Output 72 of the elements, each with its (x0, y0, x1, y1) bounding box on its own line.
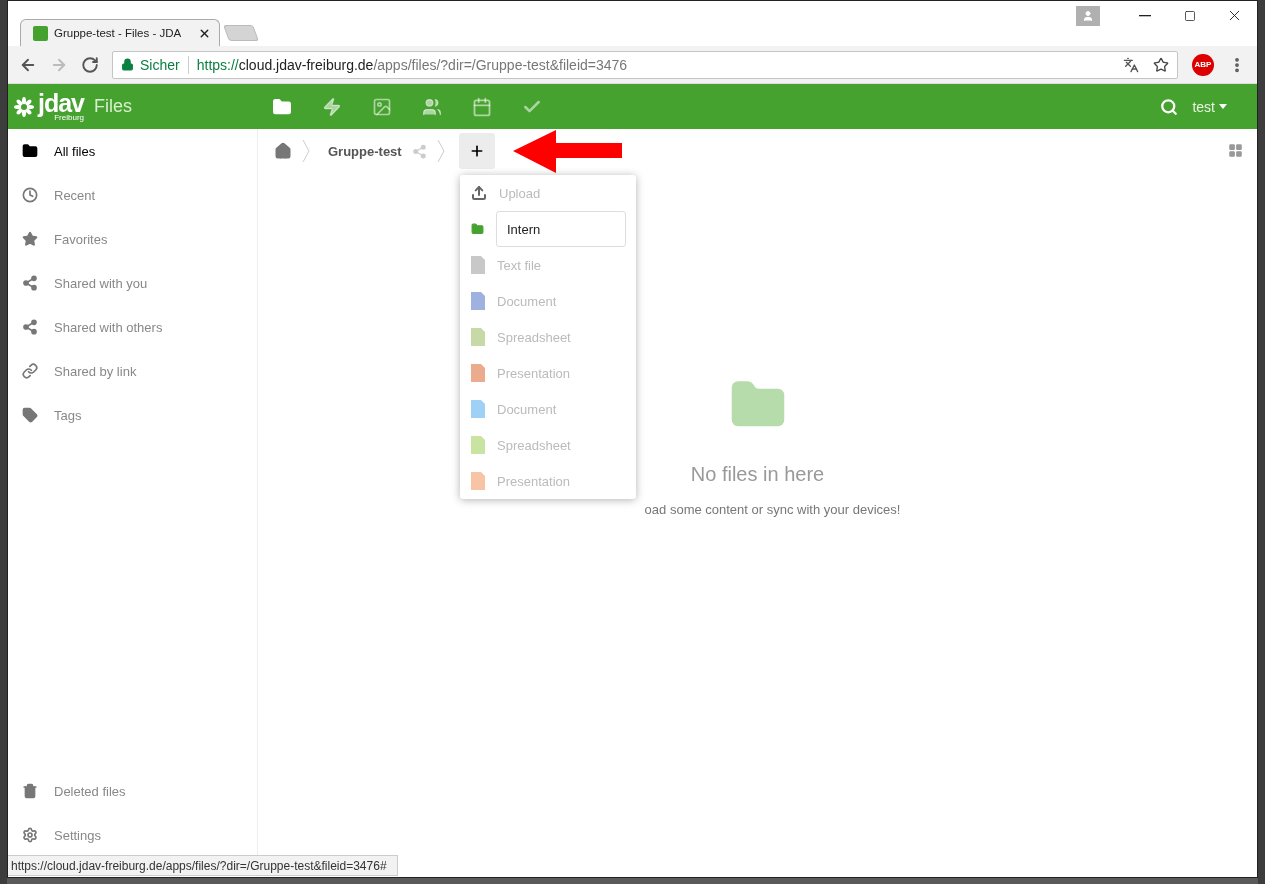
caret-icon (1219, 104, 1227, 109)
menu-item[interactable]: Spreadsheet (497, 329, 571, 345)
url-text: https://cloud.jdav-freiburg.de/apps/files/?dir=/Gruppe-test&fileid=3476 (196, 56, 629, 73)
maximize-icon (1183, 9, 1196, 22)
lightning-icon[interactable] (322, 96, 342, 117)
share-icon (22, 275, 38, 291)
new-button[interactable] (458, 133, 495, 169)
sidebar-item[interactable]: All files (8, 129, 257, 173)
share-icon (22, 319, 38, 335)
site-favicon-icon (33, 25, 48, 41)
upload-icon (471, 185, 487, 201)
menu-item[interactable]: Presentation (497, 473, 570, 489)
address-bar[interactable]: Sicher https://cloud.jdav-freiburg.de/apps/files/?dir=/Gruppe-test&fileid=3476 (112, 50, 1179, 79)
sidebar-item[interactable]: Recent (8, 173, 257, 217)
chevron-icon (436, 139, 445, 163)
menu-item[interactable]: Document (497, 401, 557, 417)
logo-text: jdav (38, 91, 85, 116)
document-icon (471, 364, 485, 382)
app-name: Files (94, 96, 133, 117)
trash-icon (22, 783, 38, 799)
star-icon (22, 231, 38, 247)
security-label: Sicher (140, 56, 180, 73)
reload-icon (81, 55, 100, 74)
menu-item[interactable]: Spreadsheet (497, 437, 571, 453)
translate-icon[interactable] (1123, 56, 1140, 73)
chevron-icon (302, 139, 310, 163)
profile-button[interactable] (1076, 5, 1100, 26)
share-icon[interactable] (411, 143, 427, 159)
sidebar-item[interactable]: Settings (8, 813, 257, 857)
document-icon (471, 400, 485, 418)
folder-icon (471, 221, 484, 237)
new-tab-button[interactable] (223, 25, 259, 41)
tag-icon (22, 407, 38, 423)
user-menu[interactable]: test (1192, 98, 1227, 115)
image-icon[interactable] (372, 96, 392, 117)
document-icon (471, 256, 485, 274)
sidebar-item[interactable]: Tags (8, 393, 257, 437)
menu-item[interactable]: Upload (499, 185, 541, 201)
document-icon (471, 328, 485, 346)
folder-icon[interactable] (272, 96, 292, 117)
menu-item[interactable]: Document (497, 293, 557, 309)
menu-item[interactable]: Text file (497, 257, 542, 273)
document-icon (471, 436, 485, 454)
status-url: https://cloud.jdav-freiburg.de/apps/files/?dir=/Gruppe-test&fileid=3476# (8, 855, 398, 876)
logo-subtitle: Freiburg (54, 114, 85, 122)
breadcrumb-link[interactable]: Gruppe-test (328, 143, 402, 159)
search-icon[interactable] (1160, 97, 1179, 116)
edelweiss-logo-icon (14, 96, 34, 117)
person-icon (1082, 9, 1094, 22)
menu-item[interactable]: Presentation (497, 365, 570, 381)
grid-view-icon[interactable] (1228, 143, 1243, 158)
browser-tab[interactable]: Gruppe-test - Files - JDA (20, 19, 220, 46)
sidebar-item[interactable]: Deleted files (8, 769, 257, 813)
sidebar-item[interactable]: Shared with you (8, 261, 257, 305)
empty-hint: oad some content or sync with your devices! (643, 502, 901, 517)
settings-icon (22, 827, 38, 843)
folder-icon (22, 143, 38, 159)
bookmark-star-icon[interactable] (1153, 56, 1170, 73)
link-icon (22, 363, 38, 379)
adblock-button[interactable]: ABP (1192, 53, 1214, 76)
folder-name-field[interactable]: Intern (496, 211, 626, 247)
sidebar-item[interactable]: Shared by link (8, 349, 257, 393)
calendar-icon[interactable] (472, 96, 492, 117)
sidebar-item[interactable]: Favorites (8, 217, 257, 261)
minimize-icon (1138, 14, 1151, 17)
sidebar-item[interactable]: Shared with others (8, 305, 257, 349)
document-icon (471, 292, 485, 310)
home-icon[interactable] (274, 142, 292, 160)
document-icon (471, 472, 485, 490)
empty-title: No files in here (690, 463, 825, 486)
people-icon[interactable] (422, 96, 442, 117)
clock-icon (22, 187, 38, 203)
